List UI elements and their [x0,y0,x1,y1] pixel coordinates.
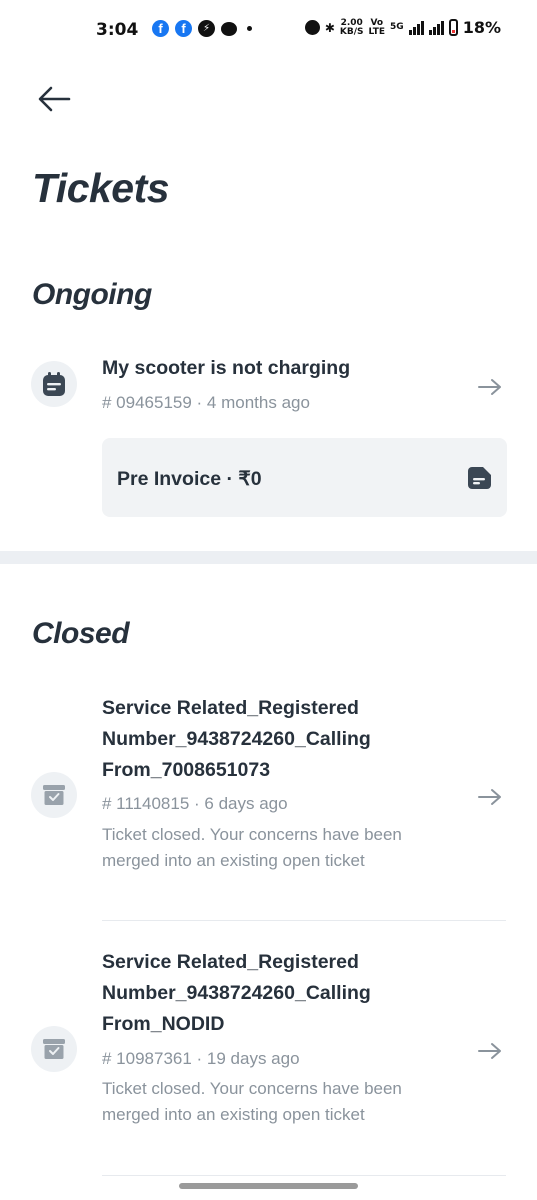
bluetooth-icon: ✱ [324,20,335,35]
ticket-title: My scooter is not charging [102,357,351,379]
more-notifications-dot-icon [247,26,252,31]
system-icons: ✱ 2.00 KB/S Vo LTE 5G 18% [304,18,501,37]
ticket-meta: # 10987361 · 19 days ago [102,1049,300,1068]
ticket-status-note: Ticket closed. Your concerns have been m… [102,1079,402,1124]
ticket-icon-container [31,361,77,407]
ticket-meta: # 11140815 · 6 days ago [102,794,288,813]
row-divider [102,1175,506,1176]
battery-icon [448,19,458,36]
arrow-right-icon [478,789,501,805]
back-button[interactable] [36,82,76,116]
closed-heading: Closed [32,617,130,650]
ticket-icon-container [31,772,77,818]
network-speed-unit: KB/S [339,26,364,37]
network-speed: 2.00 KB/S [339,18,364,37]
open-ticket-button[interactable] [476,377,504,397]
arrow-right-icon [478,1043,501,1059]
ongoing-heading: Ongoing [32,278,152,311]
notification-icons: f f ⚡ [152,20,252,37]
chat-bubble-icon [221,21,237,36]
facebook-icon: f [175,20,192,37]
document-icon [468,467,491,489]
ticket-icon-container [31,1026,77,1072]
network-type: 5G [390,22,404,32]
messenger-icon: ⚡ [198,20,215,37]
archive-box-icon [43,785,65,805]
arrow-right-icon [478,379,501,395]
ticket-status-note: Ticket closed. Your concerns have been m… [102,825,402,870]
archive-box-icon [43,1039,65,1059]
row-divider [102,920,506,921]
status-bar: 3:04 f f ⚡ ✱ 2.00 KB/S Vo LTE 5G 18% [0,0,537,62]
signal-strength-icon [408,20,424,35]
volte-bottom: LTE [368,26,386,37]
status-time: 3:04 [96,20,139,40]
page-title: Tickets [32,165,170,211]
ticket-meta: # 09465159 · 4 months ago [102,393,310,412]
pre-invoice-label: Pre Invoice · ₹0 [117,468,262,490]
ticket-title: Service Related_Registered Number_943872… [102,951,371,1035]
calendar-icon [43,372,65,396]
alarm-icon [304,20,320,35]
open-ticket-button[interactable] [476,787,504,807]
facebook-icon: f [152,20,169,37]
section-divider [0,551,537,564]
home-indicator[interactable] [179,1183,358,1189]
arrow-left-icon [38,86,71,112]
ticket-title: Service Related_Registered Number_943872… [102,697,371,781]
pre-invoice-card[interactable]: Pre Invoice · ₹0 [102,438,507,517]
open-ticket-button[interactable] [476,1041,504,1061]
signal-strength-icon [428,20,444,35]
battery-percent: 18% [462,18,501,37]
volte-indicator: Vo LTE [368,18,386,37]
